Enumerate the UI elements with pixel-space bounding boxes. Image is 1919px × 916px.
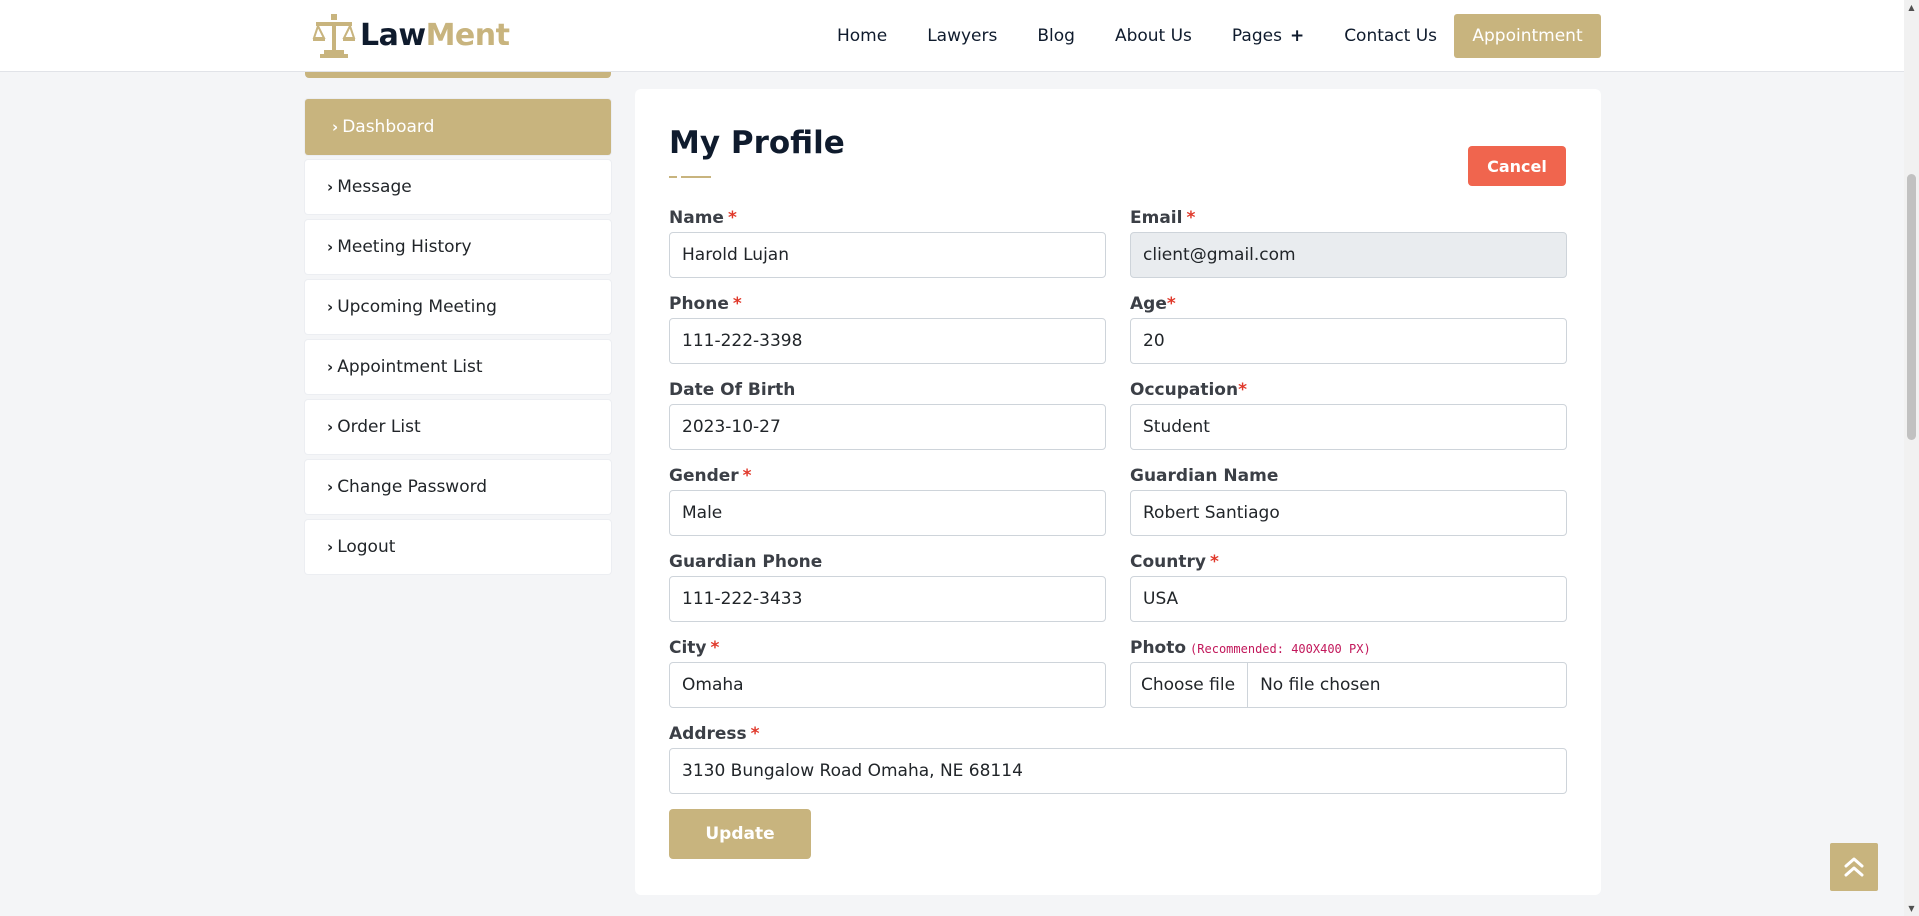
address-label: Address * [669,724,760,744]
nav-contact-us[interactable]: Contact Us [1344,26,1437,46]
sidebar-item-label: Logout [337,537,396,557]
appointment-button[interactable]: Appointment [1454,14,1601,58]
guardian-phone-label: Guardian Phone [669,552,823,572]
nav-blog[interactable]: Blog [1037,26,1075,46]
email-field[interactable]: client@gmail.com [1130,232,1567,278]
sidebar-item-message[interactable]: › Message [305,160,611,214]
chevron-right-icon: › [327,298,334,316]
required-mark: * [732,294,742,314]
sidebar-item-label: Upcoming Meeting [337,297,497,317]
sidebar-item-change-password[interactable]: › Change Password [305,460,611,514]
chevron-right-icon: › [327,178,334,196]
sidebar-item-logout[interactable]: › Logout [305,520,611,574]
main-nav: Home Lawyers Blog About Us Pages + Contac… [837,14,1477,58]
photo-file-input[interactable]: Choose file No file chosen [1130,662,1567,708]
logo-text: LawMent [360,17,510,53]
scales-justice-icon [312,14,356,58]
sidebar-item-label: Message [337,177,412,197]
sidebar-item-meeting-history[interactable]: › Meeting History [305,220,611,274]
city-label: City * [669,638,720,658]
required-mark: * [710,638,720,658]
guardian-name-label: Guardian Name [1130,466,1279,486]
site-header: LawMent Home Lawyers Blog About Us Pages… [0,0,1919,72]
update-button[interactable]: Update [669,809,811,859]
required-mark: * [1166,294,1176,314]
sidebar-item-label: Meeting History [337,237,472,257]
required-mark: * [742,466,752,486]
required-mark: * [1209,552,1219,572]
page-scrollbar[interactable]: ▲ ▼ [1904,0,1919,916]
occupation-field[interactable]: Student [1130,404,1567,450]
chevron-right-icon: › [327,358,334,376]
guardian-name-field[interactable]: Robert Santiago [1130,490,1567,536]
sidebar-item-label: Dashboard [342,117,435,137]
age-label: Age* [1130,294,1176,314]
required-mark: * [750,724,760,744]
file-status: No file chosen [1260,675,1381,695]
name-field[interactable]: Harold Lujan [669,232,1106,278]
cancel-button[interactable]: Cancel [1468,146,1566,186]
occupation-label: Occupation* [1130,380,1247,400]
required-mark: * [1238,380,1247,400]
phone-label: Phone * [669,294,742,314]
address-field[interactable]: 3130 Bungalow Road Omaha, NE 68114 [669,748,1567,794]
plus-icon: + [1289,26,1305,46]
chevron-right-icon: › [327,538,334,556]
chevron-right-icon: › [327,418,334,436]
scroll-down-arrow-icon[interactable]: ▼ [1907,904,1916,913]
sidebar-item-upcoming-meeting[interactable]: › Upcoming Meeting [305,280,611,334]
site-logo[interactable]: LawMent [312,12,510,58]
sidebar-top-block [305,72,611,78]
dob-label: Date Of Birth [669,380,796,400]
sidebar-item-order-list[interactable]: › Order List [305,400,611,454]
city-field[interactable]: Omaha [669,662,1106,708]
chevron-right-icon: › [327,238,334,256]
sidebar-item-label: Order List [337,417,421,437]
page-title: My Profile [669,125,845,161]
nav-pages[interactable]: Pages + [1232,26,1304,46]
double-chevron-up-icon [1844,857,1864,877]
nav-about-us[interactable]: About Us [1115,26,1192,46]
chevron-right-icon: › [332,118,339,136]
phone-field[interactable]: 111-222-3398 [669,318,1106,364]
sidebar-item-appointment-list[interactable]: › Appointment List [305,340,611,394]
chevron-right-icon: › [327,478,334,496]
required-mark: * [1186,208,1196,228]
guardian-phone-field[interactable]: 111-222-3433 [669,576,1106,622]
sidebar-item-label: Change Password [337,477,488,497]
country-field[interactable]: USA [1130,576,1567,622]
nav-pages-label: Pages [1231,26,1282,46]
gender-field[interactable]: Male [669,490,1106,536]
photo-label: Photo (Recommended: 400X400 PX) [1130,638,1371,658]
dob-field[interactable]: 2023-10-27 [669,404,1106,450]
sidebar-item-label: Appointment List [337,357,483,377]
sidebar-item-dashboard[interactable]: › Dashboard [305,99,611,155]
nav-lawyers[interactable]: Lawyers [927,26,997,46]
profile-card: My Profile Cancel Name * Harold Lujan Ema… [635,89,1601,895]
gender-label: Gender * [669,466,752,486]
country-label: Country * [1130,552,1219,572]
choose-file-button[interactable]: Choose file [1131,663,1249,707]
age-field[interactable]: 20 [1130,318,1567,364]
scrollbar-thumb[interactable] [1907,174,1916,440]
scroll-to-top-button[interactable] [1830,843,1878,891]
photo-hint: (Recommended: 400X400 PX) [1190,642,1371,656]
scroll-up-arrow-icon[interactable]: ▲ [1907,3,1916,12]
nav-home[interactable]: Home [837,26,887,46]
name-label: Name * [669,208,737,228]
title-underline [669,176,711,178]
required-mark: * [727,208,737,228]
email-label: Email * [1130,208,1196,228]
